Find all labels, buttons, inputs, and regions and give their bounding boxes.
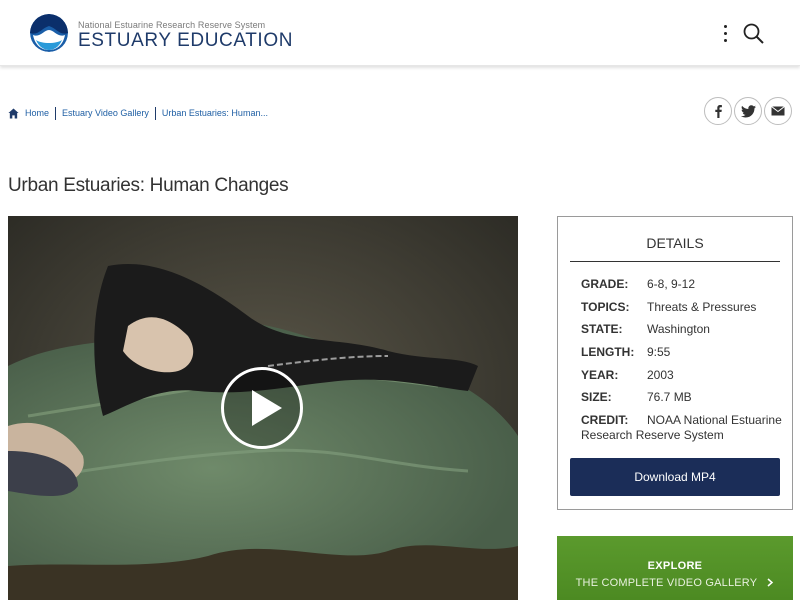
- search-icon[interactable]: [742, 22, 766, 46]
- noaa-logo-icon[interactable]: [30, 14, 68, 52]
- explore-gallery-banner[interactable]: EXPLORE THE COMPLETE VIDEO GALLERY: [557, 536, 793, 600]
- detail-label: STATE:: [581, 322, 623, 336]
- explore-title: EXPLORE: [647, 560, 703, 572]
- detail-label: YEAR:: [581, 368, 619, 382]
- detail-row-credit: CREDIT: NOAA National Estuarine Research …: [581, 413, 786, 443]
- chevron-right-icon: [767, 578, 774, 587]
- facebook-icon: [715, 105, 722, 118]
- detail-value: 76.7 MB: [647, 390, 692, 404]
- explore-subtitle: THE COMPLETE VIDEO GALLERY: [557, 577, 793, 589]
- home-icon[interactable]: [8, 107, 19, 119]
- site-header: National Estuarine Research Reserve Syst…: [0, 0, 800, 66]
- detail-value: 6-8, 9-12: [647, 277, 696, 291]
- detail-value: 2003: [647, 368, 674, 382]
- detail-label: GRADE:: [581, 277, 629, 291]
- detail-value: Washington: [647, 322, 710, 336]
- details-panel: DETAILS GRADE: 6-8, 9-12 TOPICS: Threats…: [557, 216, 793, 510]
- video-player[interactable]: [8, 216, 518, 600]
- detail-label: LENGTH:: [581, 345, 635, 359]
- site-subtitle: National Estuarine Research Reserve Syst…: [78, 20, 266, 30]
- breadcrumb: Home Estuary Video Gallery Urban Estuari…: [8, 106, 268, 120]
- play-icon: [252, 390, 282, 426]
- detail-label: CREDIT:: [581, 413, 629, 427]
- download-mp4-button[interactable]: Download MP4: [570, 458, 780, 496]
- breadcrumb-separator: [154, 106, 156, 120]
- site-title[interactable]: ESTUARY EDUCATION: [78, 30, 293, 52]
- email-icon: [771, 106, 785, 116]
- email-share-button[interactable]: [764, 97, 792, 125]
- detail-value: 9:55: [647, 345, 671, 359]
- kebab-menu-icon[interactable]: [718, 22, 732, 44]
- twitter-share-button[interactable]: [734, 97, 762, 125]
- detail-label: SIZE:: [581, 390, 612, 404]
- details-divider: [570, 261, 780, 262]
- facebook-share-button[interactable]: [704, 97, 732, 125]
- breadcrumb-current-link[interactable]: Urban Estuaries: Human...: [162, 108, 268, 118]
- details-heading: DETAILS: [646, 235, 704, 251]
- twitter-icon: [740, 104, 756, 117]
- breadcrumb-home-link[interactable]: Home: [25, 108, 49, 118]
- explore-subtitle-text: THE COMPLETE VIDEO GALLERY: [575, 577, 758, 589]
- breadcrumb-separator: [55, 106, 57, 120]
- page-title: Urban Estuaries: Human Changes: [8, 175, 289, 196]
- breadcrumb-gallery-link[interactable]: Estuary Video Gallery: [62, 108, 149, 118]
- detail-value: Threats & Pressures: [647, 300, 757, 314]
- play-button[interactable]: [221, 367, 303, 449]
- detail-label: TOPICS:: [581, 300, 630, 314]
